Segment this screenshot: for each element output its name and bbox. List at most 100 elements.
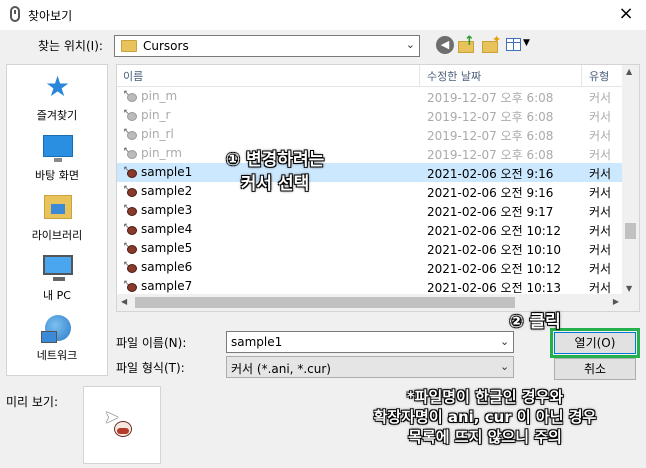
file-date: 2021-02-06 오전 10:10 [427,243,562,257]
table-row[interactable]: ↖ pin_m 2019-12-07 오후 6:08 커서 [117,87,623,106]
network-icon [41,315,71,343]
annotation-step1: ① 변경하려는 커서 선택 [225,150,325,194]
file-name: sample3 [141,203,193,217]
place-quick-access[interactable]: ★ 즐겨찾기 [7,71,107,123]
file-type: 커서 [589,110,612,124]
preview-label: 미리 보기: [6,395,59,409]
table-row[interactable]: ↖ pin_rl 2019-12-07 오후 6:08 커서 [117,125,623,144]
file-date: 2019-12-07 오후 6:08 [427,110,554,124]
cursor-preview: ➤ [83,386,161,464]
close-button[interactable]: × [606,0,646,30]
scroll-left-icon[interactable]: ◀ [121,297,127,306]
scroll-down-icon[interactable]: ▼ [626,284,632,293]
filetype-select[interactable]: 커서 (*.ani, *.cur) [226,356,514,378]
vertical-scrollbar[interactable]: ▲ ▼ [622,65,639,311]
sort-arrow-icon: ⌃ [265,64,273,70]
cursor-file-icon: ↖ [123,280,137,294]
window-title: 찾아보기 [28,9,73,23]
file-date: 2021-02-06 오전 10:12 [427,224,562,238]
file-type: 커서 [589,186,612,200]
place-label: 라이브러리 [31,229,83,242]
new-folder-icon[interactable]: ✦ [482,33,502,54]
file-date: 2021-02-06 오전 9:17 [427,205,554,219]
title-bar: 찾아보기 × [0,0,646,30]
scroll-right-icon[interactable]: ▶ [613,297,619,306]
star-icon: ★ [45,70,71,103]
table-row[interactable]: ↖ sample4 2021-02-06 오전 10:12 커서 [117,220,623,239]
library-icon [44,195,72,219]
table-row[interactable]: ↖ sample1 2021-02-06 오전 9:16 커서 [117,163,623,182]
file-name: pin_r [141,108,171,122]
cursor-file-icon: ↖ [123,109,137,123]
file-date: 2021-02-06 오전 10:12 [427,262,562,276]
column-divider[interactable] [581,65,582,87]
column-name[interactable]: 이름 [123,68,143,84]
pc-icon [43,255,73,281]
file-name: sample5 [141,241,193,255]
file-date: 2019-12-07 오후 6:08 [427,129,554,143]
chevron-down-icon: ⌄ [405,38,415,51]
filetype-label: 파일 형식(T): [116,361,185,375]
open-button[interactable]: 열기(O) [554,332,636,354]
file-type: 커서 [589,129,612,143]
chevron-down-icon[interactable]: ⌄ [500,360,509,373]
cancel-button[interactable]: 취소 [554,358,636,380]
filename-input[interactable]: sample1 [226,331,514,353]
file-type: 커서 [589,167,612,181]
table-row[interactable]: ↖ sample5 2021-02-06 오전 10:10 커서 [117,239,623,258]
annotation-note: *파일명이 한글인 경우와 확장자명이 ani, cur 이 아닌 경우 목록에… [373,388,597,446]
file-name: pin_rm [141,146,182,160]
cursor-file-icon: ↖ [123,128,137,142]
cursor-file-icon: ↖ [123,242,137,256]
place-label: 내 PC [43,289,71,302]
cursor-file-icon: ↖ [123,166,137,180]
annotation-step2: ② 클릭 [509,312,561,332]
cursor-preview-icon: ➤ [104,409,134,439]
table-row[interactable]: ↖ pin_r 2019-12-07 오후 6:08 커서 [117,106,623,125]
file-date: 2021-02-06 오전 9:16 [427,167,554,181]
place-library[interactable]: 라이브러리 [7,191,107,243]
file-name: pin_rl [141,127,174,141]
file-rows: ↖ pin_m 2019-12-07 오후 6:08 커서 ↖ pin_r 2019-12-… [117,87,623,309]
places-bar: ★ 즐겨찾기 바탕 화면 라이브러리 내 PC 네트워크 [6,64,108,376]
table-row[interactable]: ↖ pin_rm 2019-12-07 오후 6:08 커서 [117,144,623,163]
scroll-up-icon[interactable]: ▲ [626,67,632,76]
file-type: 커서 [589,205,612,219]
file-type: 커서 [589,243,612,257]
chevron-down-icon[interactable]: ⌄ [500,335,509,348]
horizontal-scrollbar[interactable]: ◀ ▶ [117,294,623,311]
desktop-icon [43,135,73,162]
file-name: sample6 [141,260,193,274]
place-this-pc[interactable]: 내 PC [7,251,107,303]
cursor-file-icon: ↖ [123,261,137,275]
file-name: sample2 [141,184,193,198]
up-folder-icon[interactable]: ↑ [458,34,478,54]
column-type[interactable]: 유형 [589,68,609,84]
lookin-value: Cursors [143,39,189,53]
lookin-combo[interactable]: Cursors ⌄ [114,35,420,57]
cursor-file-icon: ↖ [123,223,137,237]
file-name: sample7 [141,279,193,293]
place-network[interactable]: 네트워크 [7,311,107,363]
back-icon[interactable]: ◀ [436,36,454,54]
table-row[interactable]: ↖ sample6 2021-02-06 오전 10:12 커서 [117,258,623,277]
file-name: sample1 [141,165,193,179]
scroll-thumb[interactable] [625,223,636,239]
column-date[interactable]: 수정한 날짜 [427,68,481,84]
file-date: 2019-12-07 오후 6:08 [427,91,554,105]
file-date: 2019-12-07 오후 6:08 [427,148,554,162]
table-row[interactable]: ↖ sample2 2021-02-06 오전 9:16 커서 [117,182,623,201]
file-name: sample4 [141,222,193,236]
table-row[interactable]: ↖ sample3 2021-02-06 오전 9:17 커서 [117,201,623,220]
column-divider[interactable] [419,65,420,87]
list-header: ⌃ 이름 수정한 날짜 유형 [117,65,623,87]
lookin-label: 찾는 위치(I): [38,39,103,53]
place-label: 바탕 화면 [35,169,79,182]
cursor-file-icon: ↖ [123,147,137,161]
view-menu-icon[interactable]: ▼ [506,36,530,54]
mouse-icon [10,6,20,22]
place-desktop[interactable]: 바탕 화면 [7,131,107,183]
cursor-file-icon: ↖ [123,185,137,199]
cursor-file-icon: ↖ [123,204,137,218]
scroll-thumb[interactable] [135,297,515,308]
